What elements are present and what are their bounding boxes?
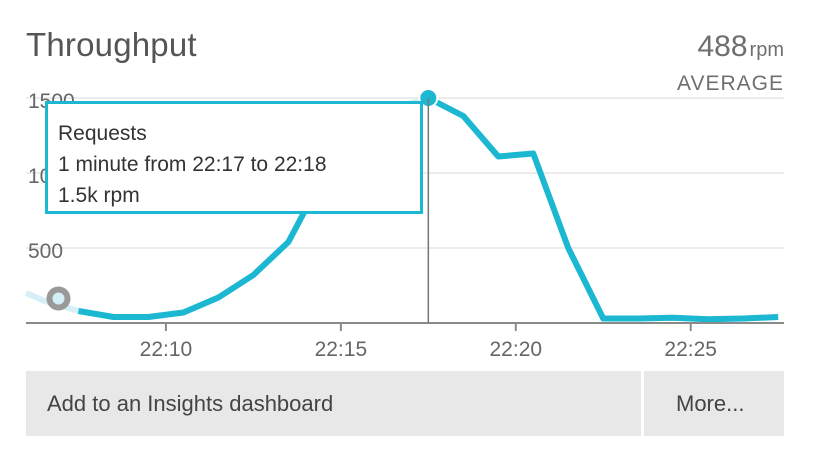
x-tick-label: 22:25 xyxy=(664,338,717,361)
add-to-insights-button[interactable]: Add to an Insights dashboard xyxy=(26,371,641,436)
x-tick-labels: 22:10 22:15 22:20 22:25 xyxy=(140,323,717,361)
tooltip-metric: Requests xyxy=(58,122,147,145)
tooltip-value: 1.5k rpm xyxy=(58,184,140,207)
more-button[interactable]: More... xyxy=(644,371,784,436)
x-tick-label: 22:10 xyxy=(140,338,193,361)
series-start-marker-inner xyxy=(52,292,65,305)
x-tick-label: 22:20 xyxy=(490,338,543,361)
x-tick-label: 22:15 xyxy=(315,338,368,361)
y-tick-label: 500 xyxy=(28,240,63,263)
hover-tooltip: Requests 1 minute from 22:17 to 22:18 1.… xyxy=(45,101,423,214)
tooltip-timerange: 1 minute from 22:17 to 22:18 xyxy=(58,153,327,176)
action-bar: Add to an Insights dashboard More... xyxy=(26,371,784,436)
series-line xyxy=(426,95,779,323)
